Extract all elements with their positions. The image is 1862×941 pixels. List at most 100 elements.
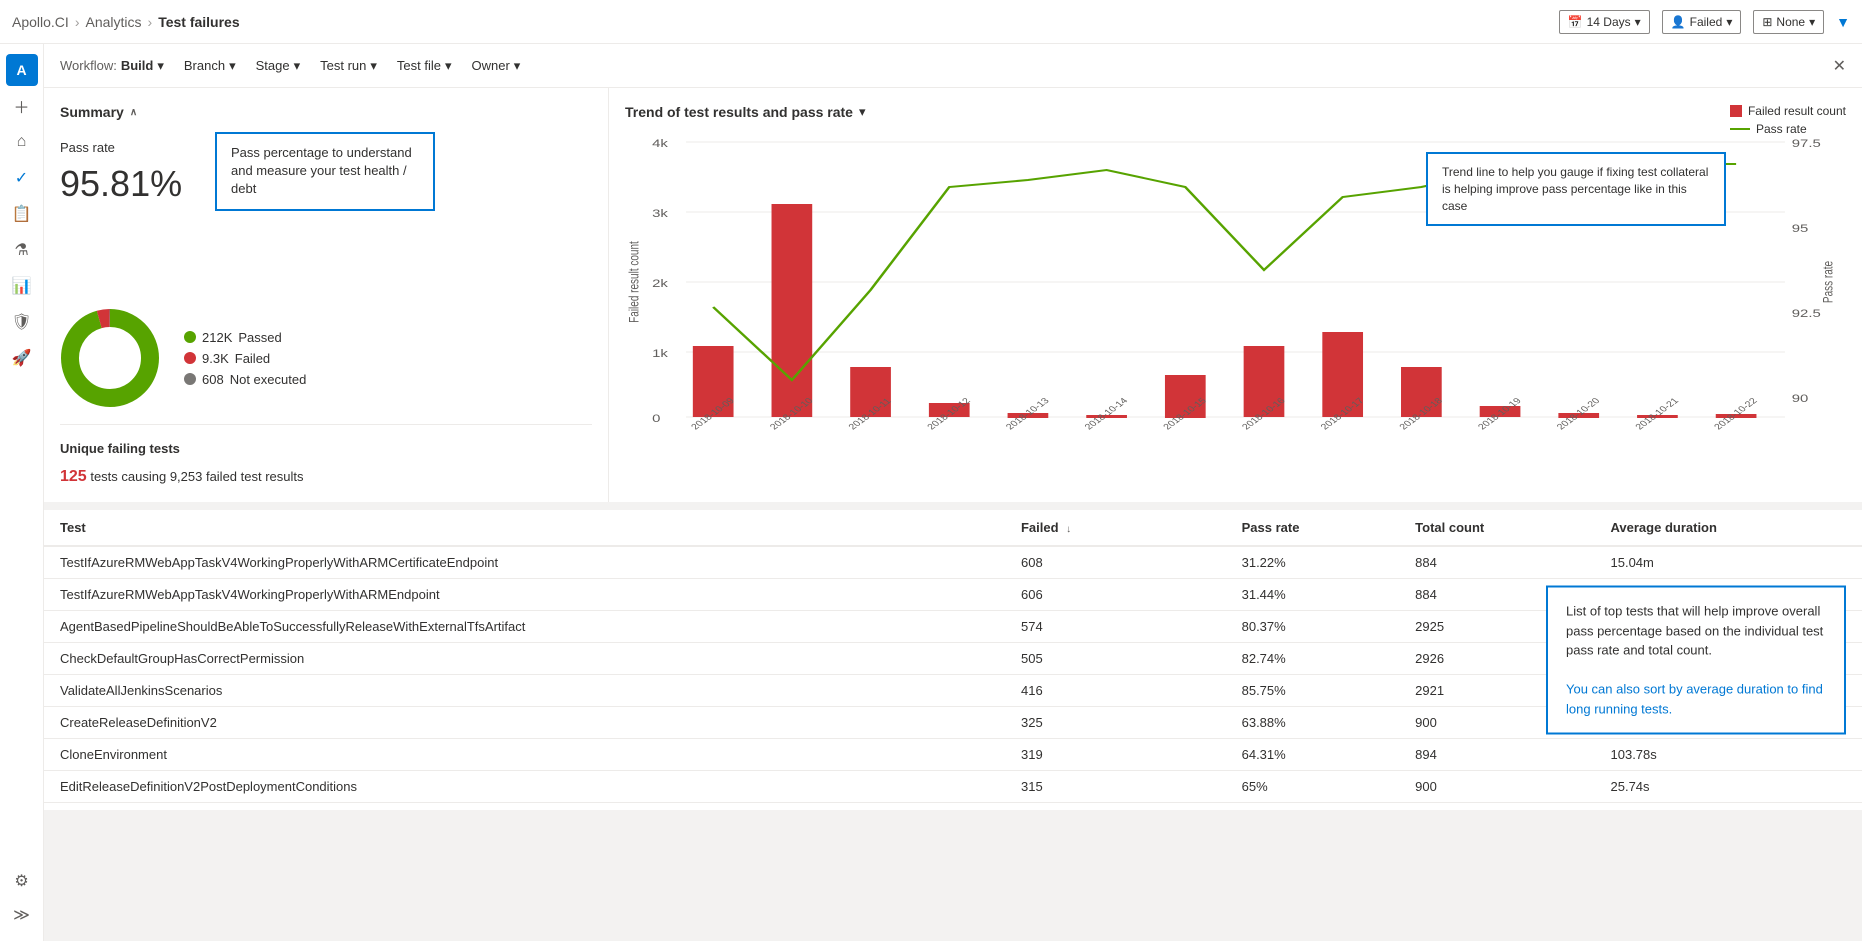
donut-legend: 212K Passed 9.3K Failed 608 [184, 330, 306, 387]
testrun-label: Test run [320, 58, 366, 73]
cell-spacer [1164, 643, 1226, 675]
cell-pass-rate: 85.75% [1226, 675, 1400, 707]
breadcrumb-current: Test failures [158, 14, 239, 30]
summary-header: Summary ∧ [60, 104, 592, 120]
trend-header: Trend of test results and pass rate ▾ [625, 104, 1846, 120]
svg-text:92.5: 92.5 [1792, 307, 1821, 320]
svg-text:Failed result count: Failed result count [626, 241, 642, 323]
workflow-label: Workflow: [60, 58, 117, 73]
cell-failed: 319 [1005, 739, 1164, 771]
stage-label: Stage [256, 58, 290, 73]
close-icon[interactable]: ✕ [1833, 56, 1846, 76]
cell-test: TestIfAzureRMWebAppTaskV4WorkingProperly… [44, 579, 1005, 611]
sidebar-icon-shield[interactable]: 🛡 [6, 306, 38, 338]
cell-test: CloneEnvironment [44, 739, 1005, 771]
owner-chevron: ▾ [514, 58, 521, 74]
grid-icon: ⊞ [1762, 15, 1772, 29]
table-row: CloneEnvironment 319 64.31% 894 103.78s [44, 739, 1862, 771]
workflow-filter[interactable]: Workflow: Build ▾ [60, 58, 164, 74]
table-section: Test Failed ↓ Pass rate Total count Aver… [44, 510, 1862, 810]
legend-failed-count: Failed result count [1730, 104, 1846, 118]
pass-rate-line [1730, 128, 1750, 130]
testfile-filter[interactable]: Test file ▾ [397, 58, 452, 74]
col-avg-duration[interactable]: Average duration [1595, 510, 1862, 546]
sidebar-icon-flask[interactable]: ⚗ [6, 234, 38, 266]
cell-spacer [1164, 739, 1226, 771]
cell-failed: 606 [1005, 579, 1164, 611]
none-filter[interactable]: ⊞ None ▾ [1753, 10, 1824, 34]
table-annotation: List of top tests that will help improve… [1546, 586, 1846, 735]
branch-filter[interactable]: Branch ▾ [184, 58, 236, 74]
col-test[interactable]: Test [44, 510, 1005, 546]
pass-rate-annotation-text: Pass percentage to understand and measur… [231, 144, 419, 199]
table-header: Test Failed ↓ Pass rate Total count Aver… [44, 510, 1862, 546]
sidebar-icon-rocket[interactable]: 🚀 [6, 342, 38, 374]
days-filter[interactable]: 📅 14 Days ▾ [1559, 10, 1650, 34]
sidebar-icon-apollo[interactable]: A [6, 54, 38, 86]
cell-spacer [1164, 707, 1226, 739]
donut-svg [60, 308, 160, 408]
cell-total: 894 [1399, 739, 1594, 771]
filter-funnel-icon[interactable]: ▼ [1836, 14, 1850, 30]
unique-failing-section: Unique failing tests 125 tests causing 9… [60, 441, 592, 486]
cell-failed: 416 [1005, 675, 1164, 707]
table-row: TestIfAzureRMWebAppTaskV4WorkingProperly… [44, 546, 1862, 579]
sidebar-icon-home[interactable]: ⌂ [6, 126, 38, 158]
content-area: Summary ∧ Pass rate 95.81% Pass percenta… [44, 88, 1862, 941]
passed-label: Passed [238, 330, 281, 345]
bar-oct10 [772, 204, 813, 417]
not-executed-dot [184, 373, 196, 385]
sidebar-icon-settings[interactable]: ⚙ [6, 865, 38, 897]
sidebar-icon-add[interactable]: ＋ [6, 90, 38, 122]
pass-rate-section: Pass rate 95.81% Pass percentage to unde… [60, 132, 592, 292]
main-content: Workflow: Build ▾ Branch ▾ Stage ▾ Test … [44, 44, 1862, 941]
summary-chevron[interactable]: ∧ [130, 107, 137, 118]
testrun-filter[interactable]: Test run ▾ [320, 58, 377, 74]
cell-failed: 505 [1005, 643, 1164, 675]
cell-test: EditReleaseDefinitionV2PostDeploymentCon… [44, 771, 1005, 803]
workflow-chevron: ▾ [157, 58, 164, 74]
sidebar-icon-analytics[interactable]: 📊 [6, 270, 38, 302]
testfile-label: Test file [397, 58, 441, 73]
panels-row: Summary ∧ Pass rate 95.81% Pass percenta… [44, 88, 1862, 502]
summary-panel: Summary ∧ Pass rate 95.81% Pass percenta… [44, 88, 609, 502]
cell-test: AgentBasedPipelineShouldBeAbleToSuccessf… [44, 611, 1005, 643]
breadcrumb-analytics[interactable]: Analytics [85, 14, 141, 30]
table-annotation-title: List of top tests that will help improve… [1566, 602, 1826, 661]
cell-failed: 325 [1005, 707, 1164, 739]
sidebar-icon-check[interactable]: ✓ [6, 162, 38, 194]
col-failed[interactable]: Failed ↓ [1005, 510, 1164, 546]
cell-pass-rate: 31.22% [1226, 546, 1400, 579]
trend-annotation-text: Trend line to help you gauge if fixing t… [1442, 165, 1708, 213]
chevron-down-icon: ▾ [1635, 15, 1641, 29]
svg-text:2018-10-21: 2018-10-21 [1633, 396, 1681, 431]
col-pass-rate[interactable]: Pass rate [1226, 510, 1400, 546]
breadcrumb: Apollo.CI › Analytics › Test failures [12, 14, 240, 30]
branch-label: Branch [184, 58, 225, 73]
stage-filter[interactable]: Stage ▾ [256, 58, 301, 74]
trend-chevron[interactable]: ▾ [859, 104, 866, 120]
person-icon: 👤 [1671, 15, 1686, 29]
filter-bar: Workflow: Build ▾ Branch ▾ Stage ▾ Test … [44, 44, 1862, 88]
failed-label: Failed [235, 351, 270, 366]
trend-panel: Trend of test results and pass rate ▾ Fa… [609, 88, 1862, 502]
cell-pass-rate: 82.74% [1226, 643, 1400, 675]
table-annotation-sort: You can also sort by average duration to… [1566, 680, 1826, 719]
breadcrumb-sep1: › [75, 14, 80, 30]
cell-spacer [1164, 579, 1226, 611]
status-filter[interactable]: 👤 Failed ▾ [1662, 10, 1742, 34]
sidebar-icon-report[interactable]: 📋 [6, 198, 38, 230]
cell-failed: 574 [1005, 611, 1164, 643]
col-total-count[interactable]: Total count [1399, 510, 1594, 546]
pass-rate-annotation: Pass percentage to understand and measur… [215, 132, 435, 211]
branch-chevron: ▾ [229, 58, 236, 74]
cell-pass-rate: 63.88% [1226, 707, 1400, 739]
owner-filter[interactable]: Owner ▾ [472, 58, 521, 74]
legend-failed-text: Failed result count [1748, 104, 1846, 118]
breadcrumb-apollo[interactable]: Apollo.CI [12, 14, 69, 30]
sidebar-icon-expand[interactable]: ≫ [6, 899, 38, 931]
passed-count: 212K [202, 330, 232, 345]
trend-annotation: Trend line to help you gauge if fixing t… [1426, 152, 1726, 226]
not-executed-count: 608 [202, 372, 224, 387]
not-executed-label: Not executed [230, 372, 307, 387]
